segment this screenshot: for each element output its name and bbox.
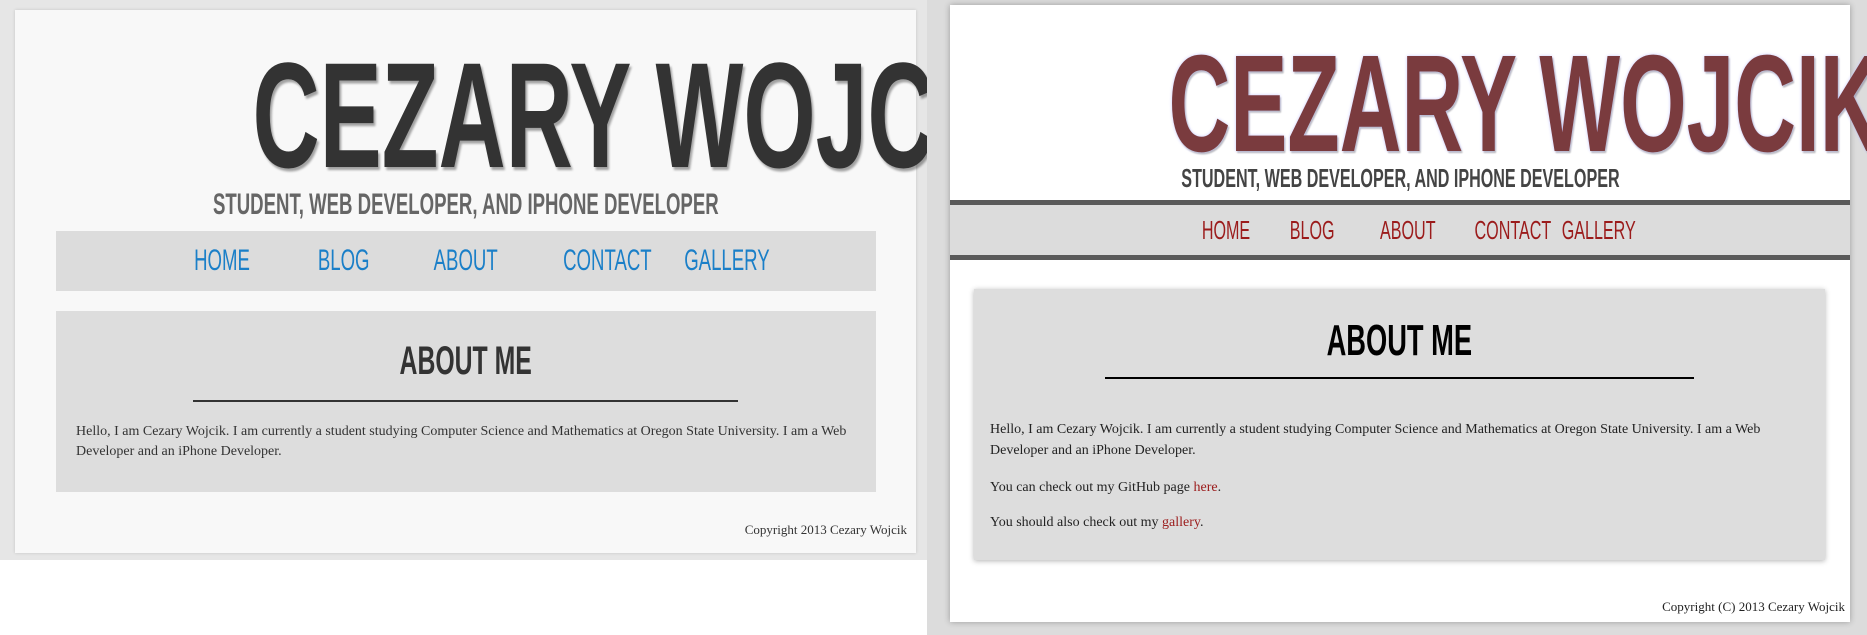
left-nav-contact[interactable]: CONTACT (536, 246, 652, 276)
left-copyright: Copyright 2013 Cezary Wojcik (744, 522, 907, 537)
left-nav-bar: HOME BLOG ABOUT CONTACT GALLERY (56, 231, 876, 291)
right-gallery-link[interactable]: gallery (1162, 515, 1200, 530)
left-bottom-area (0, 560, 927, 635)
right-github-paragraph: You can check out my GitHub page here. (990, 477, 1815, 498)
right-about-divider (1105, 377, 1694, 379)
left-nav-about-label: ABOUT (433, 244, 499, 277)
right-nav-home[interactable]: HOME (1187, 217, 1261, 244)
left-nav-blog-label: BLOG (318, 244, 370, 277)
right-site-title: CEZARY WOJCIK (950, 35, 1867, 173)
left-nav-home-label: HOME (194, 244, 250, 277)
right-site-title-text: CEZARY WOJCIK (1168, 27, 1867, 181)
right-github-suffix: . (1217, 480, 1222, 495)
right-nav-about[interactable]: ABOUT (1363, 217, 1437, 244)
right-nav-blog[interactable]: BLOG (1275, 217, 1349, 244)
right-github-link[interactable]: here (1194, 480, 1218, 495)
right-about-section: ABOUT ME Hello, I am Cezary Wojcik. I am… (974, 289, 1825, 560)
right-gallery-suffix: . (1200, 515, 1204, 530)
left-nav-gallery[interactable]: GALLERY (658, 246, 769, 276)
left-about-divider (193, 400, 738, 402)
left-nav-gallery-label: GALLERY (684, 244, 770, 277)
right-github-prefix: You can check out my GitHub page (990, 480, 1194, 495)
right-nav-contact-label: CONTACT (1474, 214, 1552, 245)
right-gallery-prefix: You should also check out my (990, 515, 1163, 530)
left-site-title-text: CEZARY WOJCIK (252, 31, 1028, 199)
right-site-subtitle-text: STUDENT, WEB DEVELOPER, AND IPHONE DEVEL… (1180, 163, 1620, 193)
right-page-container: CEZARY WOJCIK STUDENT, WEB DEVELOPER, AN… (950, 5, 1867, 622)
left-about-heading-text: ABOUT ME (399, 339, 533, 383)
right-copyright: Copyright (C) 2013 Cezary Wojcik (1662, 599, 1845, 614)
left-about-section: ABOUT ME Hello, I am Cezary Wojcik. I am… (56, 311, 876, 492)
left-about-heading: ABOUT ME (56, 341, 876, 381)
left-nav-home[interactable]: HOME (170, 246, 274, 276)
right-site-subtitle: STUDENT, WEB DEVELOPER, AND IPHONE DEVEL… (950, 165, 1850, 192)
left-nav-blog[interactable]: BLOG (292, 246, 396, 276)
right-gallery-paragraph: You should also check out my gallery. (990, 512, 1815, 533)
right-nav-blog-label: BLOG (1289, 214, 1335, 245)
right-nav-contact[interactable]: CONTACT (1451, 217, 1552, 244)
left-nav-about[interactable]: ABOUT (414, 246, 518, 276)
right-nav-home-label: HOME (1201, 214, 1251, 245)
right-nav-bar: HOME BLOG ABOUT CONTACT GALLERY (950, 200, 1850, 260)
left-about-paragraph: Hello, I am Cezary Wojcik. I am currentl… (76, 424, 847, 459)
left-site-subtitle: STUDENT, WEB DEVELOPER, AND IPHONE DEVEL… (15, 190, 916, 220)
right-nav-about-label: ABOUT (1380, 214, 1436, 245)
right-about-paragraph: Hello, I am Cezary Wojcik. I am currentl… (990, 422, 1761, 458)
right-nav-gallery-label: GALLERY (1561, 214, 1636, 245)
left-site-title: CEZARY WOJCIK (15, 40, 1028, 190)
right-about-heading-text: ABOUT ME (1326, 316, 1473, 365)
right-about-heading: ABOUT ME (974, 319, 1825, 363)
left-page-container: CEZARY WOJCIK STUDENT, WEB DEVELOPER, AN… (15, 10, 1028, 553)
left-site-subtitle-text: STUDENT, WEB DEVELOPER, AND IPHONE DEVEL… (212, 188, 719, 221)
left-nav-contact-label: CONTACT (563, 244, 652, 277)
